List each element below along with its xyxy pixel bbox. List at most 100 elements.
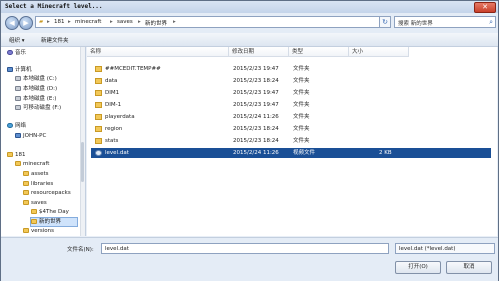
file-row[interactable]: stats 2015/2/23 18:24 文件夹: [91, 136, 491, 146]
back-button[interactable]: ◀: [5, 16, 19, 30]
nav-item-label: minecraft: [23, 161, 50, 167]
toolbar: 组织 ▾ 新建文件夹: [1, 33, 498, 47]
file-name: DIM1: [105, 90, 120, 96]
folder-icon: [23, 171, 29, 176]
refresh-button[interactable]: ↻: [379, 16, 391, 28]
folder-icon: [15, 161, 21, 166]
file-name: stats: [105, 138, 119, 144]
nav-item-4theday[interactable]: $4The Day: [31, 208, 69, 216]
computer-icon: [7, 67, 13, 72]
folder-icon: [23, 181, 29, 186]
nav-item-label: versions: [31, 228, 55, 234]
file-row[interactable]: DIM1 2015/2/23 19:47 文件夹: [91, 88, 491, 98]
filename-label: 文件名(N):: [67, 247, 94, 253]
forward-button[interactable]: ▶: [19, 16, 33, 30]
nav-item-label: 音乐: [15, 50, 27, 56]
folder-icon: [95, 102, 102, 108]
file-date: 2015/2/23 19:47: [233, 90, 279, 96]
breadcrumb-current[interactable]: 新的世界: [145, 19, 167, 27]
breadcrumb-saves[interactable]: saves: [117, 19, 133, 25]
file-list: 名称 修改日期 类型 大小 ##MCEDIT.TEMP## 2015/2/23 …: [87, 47, 497, 236]
file-row[interactable]: DIM-1 2015/2/23 19:47 文件夹: [91, 100, 491, 110]
crumb-separator: ▸: [138, 19, 141, 25]
nav-item-assets[interactable]: assets: [23, 170, 49, 178]
drive-icon: [15, 96, 21, 101]
crumb-separator: ▸: [110, 19, 113, 25]
nav-item-label: 可移动磁盘 (F:): [23, 105, 62, 111]
column-header-name[interactable]: 名称: [87, 47, 229, 57]
file-name: ##MCEDIT.TEMP##: [105, 66, 161, 72]
nav-item-label: $4The Day: [39, 209, 69, 215]
crumb-separator: ▸: [47, 19, 50, 25]
nav-item-drive-e[interactable]: 本地磁盘 (E:): [15, 95, 56, 103]
nav-item-john-pc[interactable]: JOHN-PC: [15, 132, 46, 140]
nav-item-resourcepacks[interactable]: resourcepacks: [23, 189, 71, 197]
file-date: 2015/2/23 19:47: [233, 102, 279, 108]
file-row[interactable]: data 2015/2/23 18:24 文件夹: [91, 76, 491, 86]
folder-icon: [95, 126, 102, 132]
nav-item-saves[interactable]: saves: [23, 199, 47, 207]
search-placeholder: 搜索 新的世界: [398, 21, 433, 27]
search-icon[interactable]: ⌕: [489, 18, 493, 27]
file-name: level.dat: [105, 150, 129, 156]
file-date: 2015/2/23 19:47: [233, 66, 279, 72]
close-button[interactable]: ✕: [474, 2, 496, 13]
file-row[interactable]: ##MCEDIT.TEMP## 2015/2/23 19:47 文件夹: [91, 64, 491, 74]
address-bar[interactable]: ▰ ▸ 181 ▸ minecraft ▸ saves ▸ 新的世界 ▸ ▾: [35, 16, 386, 28]
filename-value: level.dat: [105, 246, 129, 252]
nav-item-minecraft[interactable]: minecraft: [15, 160, 49, 168]
column-header-type[interactable]: 类型: [289, 47, 349, 57]
file-row-selected[interactable]: level.dat 2015/2/24 11:26 视频文件 2 KB: [91, 148, 491, 158]
organize-button[interactable]: 组织 ▾: [9, 36, 25, 44]
file-name: region: [105, 126, 123, 132]
folder-icon: [31, 219, 37, 224]
new-folder-button[interactable]: 新建文件夹: [41, 36, 69, 44]
column-header-date[interactable]: 修改日期: [229, 47, 289, 57]
breadcrumb-minecraft[interactable]: minecraft: [75, 19, 101, 25]
nav-item-drive-f[interactable]: 可移动磁盘 (F:): [15, 104, 61, 112]
folder-icon: [23, 200, 29, 205]
filename-input[interactable]: level.dat: [101, 243, 389, 254]
nav-scrollbar-thumb[interactable]: [81, 142, 84, 182]
nav-item-label: 181: [15, 152, 26, 158]
nav-item-label: libraries: [31, 181, 54, 187]
breadcrumb-181[interactable]: 181: [54, 19, 65, 25]
nav-item-label: 本地磁盘 (E:): [23, 96, 57, 102]
file-row[interactable]: region 2015/2/23 18:24 文件夹: [91, 124, 491, 134]
file-date: 2015/2/23 18:24: [233, 138, 279, 144]
drive-icon: [15, 86, 21, 91]
file-name: data: [105, 78, 118, 84]
file-type: 文件夹: [293, 126, 310, 132]
nav-item-drive-c[interactable]: 本地磁盘 (C:): [15, 75, 57, 83]
file-name: playerdata: [105, 114, 135, 120]
drive-icon: [15, 105, 21, 110]
file-type: 文件夹: [293, 102, 310, 108]
nav-item-computer[interactable]: 计算机: [7, 66, 32, 74]
bottom-panel: 文件名(N): level.dat level.dat (*level.dat)…: [1, 237, 498, 281]
folder-icon: [95, 90, 102, 96]
folder-icon: ▰: [39, 19, 44, 25]
open-button[interactable]: 打开(O): [395, 261, 441, 274]
filetype-select[interactable]: level.dat (*level.dat): [395, 243, 495, 254]
nav-item-181[interactable]: 181: [7, 151, 26, 159]
cancel-button[interactable]: 取消: [446, 261, 492, 274]
nav-item-network[interactable]: 网络: [7, 122, 26, 130]
file-name: DIM-1: [105, 102, 122, 108]
window-title: Select a Minecraft level...: [5, 3, 103, 10]
search-input[interactable]: 搜索 新的世界 ⌕: [394, 16, 496, 28]
file-row[interactable]: playerdata 2015/2/24 11:26 文件夹: [91, 112, 491, 122]
nav-item-label: JOHN-PC: [23, 133, 47, 139]
nav-item-versions[interactable]: versions: [23, 227, 54, 235]
folder-icon: [31, 209, 37, 214]
nav-item-drive-d[interactable]: 本地磁盘 (D:): [15, 85, 57, 93]
folder-icon: [95, 138, 102, 144]
nav-item-libraries[interactable]: libraries: [23, 180, 53, 188]
nav-item-music[interactable]: 音乐: [7, 49, 26, 57]
folder-icon: [23, 190, 29, 195]
music-icon: [7, 50, 13, 55]
crumb-separator: ▸: [173, 19, 176, 25]
nav-item-current-world[interactable]: 新的世界: [30, 217, 78, 227]
drive-icon: [15, 76, 21, 81]
column-header-size[interactable]: 大小: [349, 47, 409, 57]
file-date: 2015/2/23 18:24: [233, 126, 279, 132]
